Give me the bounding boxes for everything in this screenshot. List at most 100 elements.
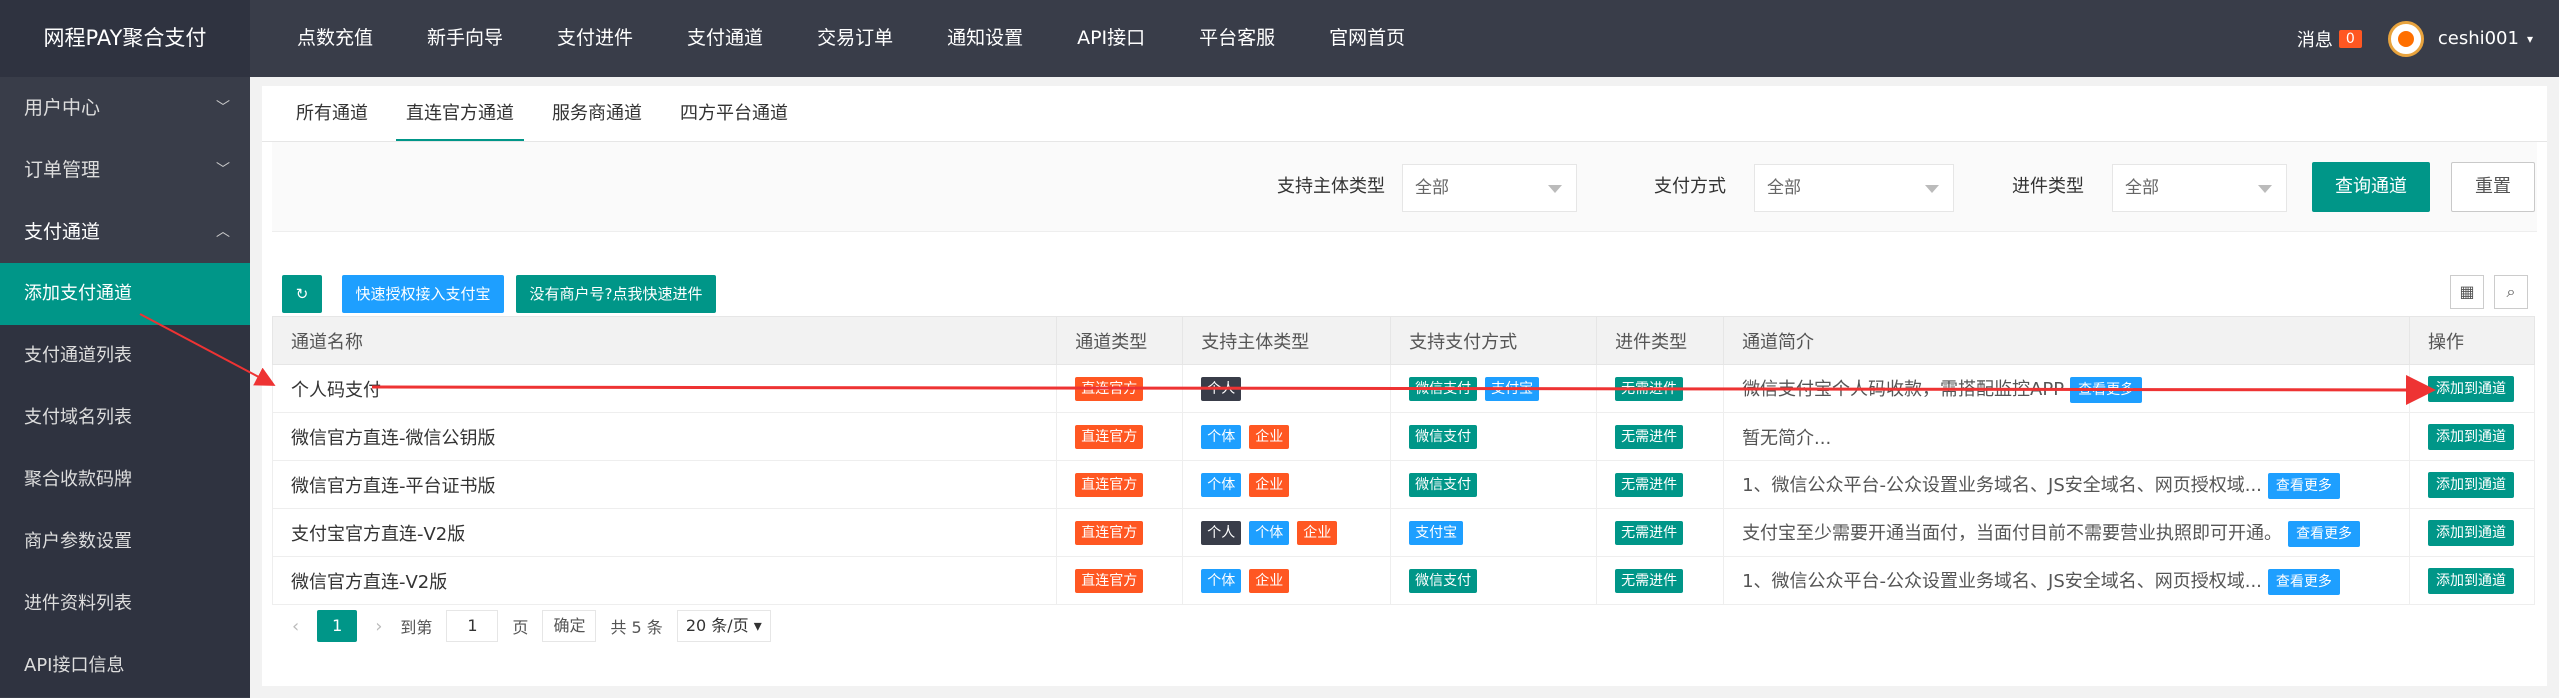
subject-tag: 企业 xyxy=(1249,424,1290,449)
add-to-channel-button[interactable]: 添加到通道 xyxy=(2428,471,2514,498)
refresh-icon: ↻ xyxy=(295,285,309,303)
nav-api[interactable]: API接口 xyxy=(1050,0,1172,77)
chevron-down-icon[interactable]: ▾ xyxy=(2527,32,2533,46)
sidebar-item-channel-list[interactable]: 支付通道列表 xyxy=(0,325,250,387)
channel-type-tag: 直连官方 xyxy=(1075,568,1144,593)
view-more-button[interactable]: 查看更多 xyxy=(2070,376,2143,403)
nav-recharge[interactable]: 点数充值 xyxy=(270,0,400,77)
goto-confirm-button[interactable]: 确定 xyxy=(542,610,597,642)
view-more-button[interactable]: 查看更多 xyxy=(2267,472,2340,499)
view-more-button[interactable]: 查看更多 xyxy=(2288,520,2361,547)
sidebar-item-merchant-params[interactable]: 商户参数设置 xyxy=(0,511,250,573)
subject-tag: 企业 xyxy=(1249,472,1290,497)
entry-type-tag: 无需进件 xyxy=(1615,568,1684,593)
page-current[interactable]: 1 xyxy=(317,610,358,642)
query-channel-button[interactable]: 查询通道 xyxy=(2312,162,2430,212)
brand-logo[interactable]: 网程PAY聚合支付 xyxy=(0,0,250,77)
sidebar-item-entry-list[interactable]: 进件资料列表 xyxy=(0,573,250,635)
method-tag: 支付宝 xyxy=(1409,520,1464,545)
tab-all[interactable]: 所有通道 xyxy=(286,86,378,141)
add-to-channel-button[interactable]: 添加到通道 xyxy=(2428,519,2514,546)
sidebar-group-orders[interactable]: 订单管理 ﹀ xyxy=(0,139,250,201)
subject-type-value: 全部 xyxy=(1415,178,1449,198)
alipay-authorize-button[interactable]: 快速授权接入支付宝 xyxy=(342,275,504,313)
sidebar-group-channel[interactable]: 支付通道 ︿ xyxy=(0,201,250,263)
entry-type-select[interactable]: 全部 xyxy=(2112,164,2287,212)
add-to-channel-button[interactable]: 添加到通道 xyxy=(2428,567,2514,594)
channel-type-tag: 直连官方 xyxy=(1075,424,1144,449)
column-header: 进件类型 xyxy=(1596,316,1725,365)
refresh-button[interactable]: ↻ xyxy=(282,275,322,313)
nav-guide[interactable]: 新手向导 xyxy=(400,0,530,77)
tab-fourth-party[interactable]: 四方平台通道 xyxy=(670,86,798,141)
entry-type-tag: 无需进件 xyxy=(1615,424,1684,449)
nav-channel[interactable]: 支付通道 xyxy=(660,0,790,77)
channel-name: 个人码支付 xyxy=(271,364,1058,413)
add-to-channel-button[interactable]: 添加到通道 xyxy=(2428,375,2514,402)
search-icon[interactable]: ⌕ xyxy=(2494,275,2528,309)
view-more-button[interactable]: 查看更多 xyxy=(2267,568,2340,595)
subject-tag: 企业 xyxy=(1297,520,1338,545)
top-nav: 点数充值 新手向导 支付进件 支付通道 交易订单 通知设置 API接口 平台客服… xyxy=(270,0,1432,77)
chevron-down-icon: ﹀ xyxy=(216,162,230,178)
sidebar-item-domain-list[interactable]: 支付域名列表 xyxy=(0,387,250,449)
table-row: 个人码支付 直连官方 个人 微信支付 支付宝 无需进件 微信支付宝个人码收款，需搭… xyxy=(271,364,2535,413)
subject-tag: 企业 xyxy=(1249,568,1290,593)
avatar[interactable] xyxy=(2387,20,2424,57)
channel-tabs: 所有通道 直连官方通道 服务商通道 四方平台通道 xyxy=(262,86,2547,142)
column-header: 通道名称 xyxy=(271,316,1058,365)
column-header: 支持主体类型 xyxy=(1182,316,1392,365)
channel-name: 支付宝官方直连-V2版 xyxy=(271,508,1058,557)
nav-orders[interactable]: 交易订单 xyxy=(790,0,920,77)
sidebar-group-label: 用户中心 xyxy=(24,97,101,119)
reset-button[interactable]: 重置 xyxy=(2451,162,2535,212)
entry-type-value: 全部 xyxy=(2125,178,2159,198)
sidebar-group-user[interactable]: 用户中心 ﹀ xyxy=(0,77,250,139)
method-tag: 微信支付 xyxy=(1409,424,1478,449)
nav-home[interactable]: 官网首页 xyxy=(1302,0,1432,77)
entry-type-label: 进件类型 xyxy=(2012,176,2084,197)
caret-down-icon xyxy=(1548,185,1562,193)
page-size-value: 20 条/页 xyxy=(685,616,749,635)
filter-bar: 支持主体类型 全部 支付方式 全部 进件类型 全部 查询通道 重置 xyxy=(272,142,2537,232)
nav-notify[interactable]: 通知设置 xyxy=(920,0,1050,77)
pay-method-select[interactable]: 全部 xyxy=(1754,164,1954,212)
page-label: 页 xyxy=(512,618,529,637)
method-tag: 微信支付 xyxy=(1409,376,1478,401)
subject-type-label: 支持主体类型 xyxy=(1277,176,1385,197)
nav-entry[interactable]: 支付进件 xyxy=(530,0,660,77)
quick-entry-button[interactable]: 没有商户号?点我快速进件 xyxy=(516,275,716,313)
column-header: 通道简介 xyxy=(1723,316,2410,365)
tab-direct-official[interactable]: 直连官方通道 xyxy=(396,86,524,141)
add-to-channel-button[interactable]: 添加到通道 xyxy=(2428,423,2514,450)
subject-tag: 个体 xyxy=(1201,424,1242,449)
nav-support[interactable]: 平台客服 xyxy=(1172,0,1302,77)
subject-tag: 个体 xyxy=(1201,568,1242,593)
subject-tag: 个体 xyxy=(1201,472,1242,497)
channel-desc: 1、微信公众平台-公众设置业务域名、JS安全域名、网页授权域... xyxy=(1742,570,2262,592)
columns-filter-icon[interactable]: ▦ xyxy=(2450,275,2484,309)
user-area: 消息 0 ceshi001 ▾ xyxy=(2297,0,2533,77)
subject-type-select[interactable]: 全部 xyxy=(1402,164,1577,212)
channel-desc: 1、微信公众平台-公众设置业务域名、JS安全域名、网页授权域... xyxy=(1742,474,2262,496)
channel-desc: 支付宝至少需要开通当面付，当面付目前不需要营业执照即可开通。 xyxy=(1742,522,2283,544)
messages-link[interactable]: 消息 xyxy=(2297,26,2333,52)
column-header: 操作 xyxy=(2409,316,2535,365)
sidebar-item-qr-plate[interactable]: 聚合收款码牌 xyxy=(0,449,250,511)
channel-name: 微信官方直连-V2版 xyxy=(271,556,1058,605)
channel-desc: 微信支付宝个人码收款，需搭配监控APP xyxy=(1742,378,2065,400)
username[interactable]: ceshi001 xyxy=(2438,28,2519,49)
prev-page-icon[interactable]: ‹ xyxy=(292,616,299,637)
entry-type-tag: 无需进件 xyxy=(1615,376,1684,401)
tab-service-provider[interactable]: 服务商通道 xyxy=(542,86,652,141)
next-page-icon[interactable]: › xyxy=(375,616,382,637)
channel-type-tag: 直连官方 xyxy=(1075,520,1144,545)
subject-tag: 个人 xyxy=(1201,520,1242,545)
goto-page-input[interactable]: 1 xyxy=(446,610,499,642)
table-row: 微信官方直连-微信公钥版 直连官方 个体 企业 微信支付 无需进件 暂无简介...… xyxy=(271,412,2535,461)
page-size-select[interactable]: 20 条/页 ▾ xyxy=(676,610,771,642)
entry-type-tag: 无需进件 xyxy=(1615,520,1684,545)
pagination: ‹ 1 › 到第 1 页 确定 共 5 条 20 条/页 ▾ xyxy=(292,606,771,646)
sidebar-item-api-info[interactable]: API接口信息 xyxy=(0,635,250,697)
sidebar-item-add-channel[interactable]: 添加支付通道 xyxy=(0,263,250,325)
